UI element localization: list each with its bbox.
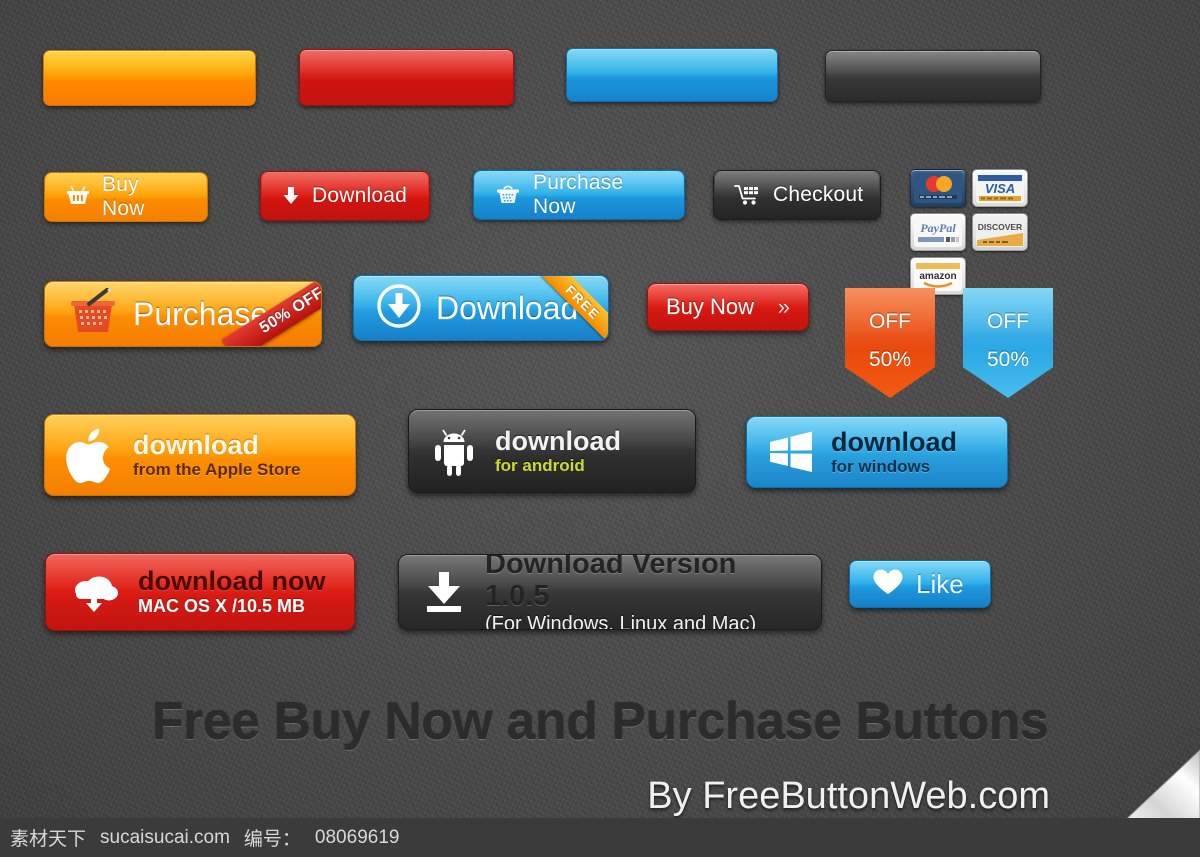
shopping-cart-icon <box>734 183 762 207</box>
page-title: Free Buy Now and Purchase Buttons <box>151 693 1049 751</box>
buy-now-promo-button[interactable]: Buy Now » <box>647 283 809 331</box>
plain-blue-button[interactable] <box>566 48 778 102</box>
poster-canvas: Buy Now Download Purchase Now Checkout V… <box>0 0 1200 857</box>
like-label: Like <box>916 568 964 599</box>
download-tray-icon <box>419 567 469 617</box>
shopping-basket-icon <box>494 183 522 207</box>
purchase-now-label: Purchase Now <box>533 171 624 218</box>
windows-icon <box>767 430 815 474</box>
mac-line1: download now <box>138 566 326 597</box>
shopping-basket-icon <box>65 185 91 209</box>
download-version-line1: Download Version 1.0.5 <box>485 554 737 612</box>
download-version-line2: (For Windows, Linux and Mac) <box>485 613 757 630</box>
chevron-right-icon: » <box>777 294 790 319</box>
buy-now-button[interactable]: Buy Now <box>44 172 208 222</box>
svg-text:DISCOVER: DISCOVER <box>978 222 1022 232</box>
windows-line2: for windows <box>831 456 931 476</box>
apple-icon <box>65 426 117 484</box>
pennant-percent-label: 50% <box>986 348 1030 371</box>
download-arrow-icon <box>281 185 301 207</box>
payment-badge-discover[interactable]: DISCOVER <box>972 213 1028 251</box>
buy-now-promo-label: Buy Now <box>666 294 755 319</box>
plain-orange-button[interactable] <box>43 50 256 106</box>
checkout-label: Checkout <box>773 183 864 206</box>
download-label: Download <box>312 184 407 207</box>
svg-text:amazon: amazon <box>919 271 956 282</box>
payment-badge-mastercard[interactable] <box>910 169 966 207</box>
payment-badge-paypal[interactable]: PayPal <box>910 213 966 251</box>
heart-icon <box>872 568 904 601</box>
watermark-id-value: 08069619 <box>314 826 400 848</box>
purchase-promo-button[interactable]: Purchase 50% OFF <box>44 281 322 347</box>
download-promo-button[interactable]: Download FREE <box>353 275 609 341</box>
cloud-download-icon <box>66 570 122 614</box>
apple-line2: from the Apple Store <box>133 459 301 479</box>
android-icon <box>429 425 479 477</box>
discount-pennant-blue[interactable]: OFF 50% <box>963 288 1053 398</box>
pennant-off-label: OFF <box>987 310 1029 333</box>
discount-pennant-orange[interactable]: OFF 50% <box>845 288 935 398</box>
apple-store-text: download from the Apple Store <box>133 430 301 481</box>
android-line1: download <box>495 425 621 456</box>
apple-line1: download <box>133 429 259 460</box>
like-button[interactable]: Like <box>849 560 991 608</box>
basket-pencil-icon <box>67 287 119 341</box>
buy-now-label: Buy Now <box>102 173 145 220</box>
android-text: download for android <box>495 426 621 477</box>
mac-line2: MAC OS X /10.5 MB <box>138 596 306 617</box>
page-byline: By FreeButtonWeb.com <box>647 775 1050 817</box>
payment-badge-group: VISA PayPal DISCOVER amazon <box>910 169 1086 295</box>
watermark-bar: 素材天下 sucaisucai.com 编号： 08069619 <box>0 818 1200 857</box>
android-line2: for android <box>495 455 585 475</box>
pennant-off-label: OFF <box>869 310 911 333</box>
svg-text:VISA: VISA <box>985 181 1015 196</box>
purchase-now-button[interactable]: Purchase Now <box>473 170 685 220</box>
android-download-button[interactable]: download for android <box>408 409 696 493</box>
mac-download-text: download now MAC OS X /10.5 MB <box>138 566 325 618</box>
mac-download-now-button[interactable]: download now MAC OS X /10.5 MB <box>45 553 355 631</box>
watermark-id-label: 编号： <box>243 828 301 850</box>
download-button[interactable]: Download <box>260 171 430 221</box>
download-circle-icon <box>376 283 422 334</box>
checkout-button[interactable]: Checkout <box>713 170 881 220</box>
watermark-site: sucaisucai.com <box>100 826 230 848</box>
download-version-text: Download Version 1.0.5 (For Windows, Lin… <box>485 554 801 630</box>
plain-dark-button[interactable] <box>825 50 1041 102</box>
apple-store-download-button[interactable]: download from the Apple Store <box>44 414 356 496</box>
svg-text:PayPal: PayPal <box>920 221 956 235</box>
payment-badge-visa[interactable]: VISA <box>972 169 1028 207</box>
download-version-button[interactable]: Download Version 1.0.5 (For Windows, Lin… <box>398 554 822 630</box>
windows-download-button[interactable]: download for windows <box>746 416 1008 488</box>
watermark-site-cn: 素材天下 <box>10 828 87 850</box>
free-corner-ribbon: FREE <box>536 276 608 340</box>
pennant-percent-label: 50% <box>868 348 912 371</box>
plain-red-button[interactable] <box>299 49 514 106</box>
free-ribbon-label: FREE <box>536 276 608 340</box>
windows-line1: download <box>831 426 957 457</box>
windows-text: download for windows <box>831 427 957 478</box>
